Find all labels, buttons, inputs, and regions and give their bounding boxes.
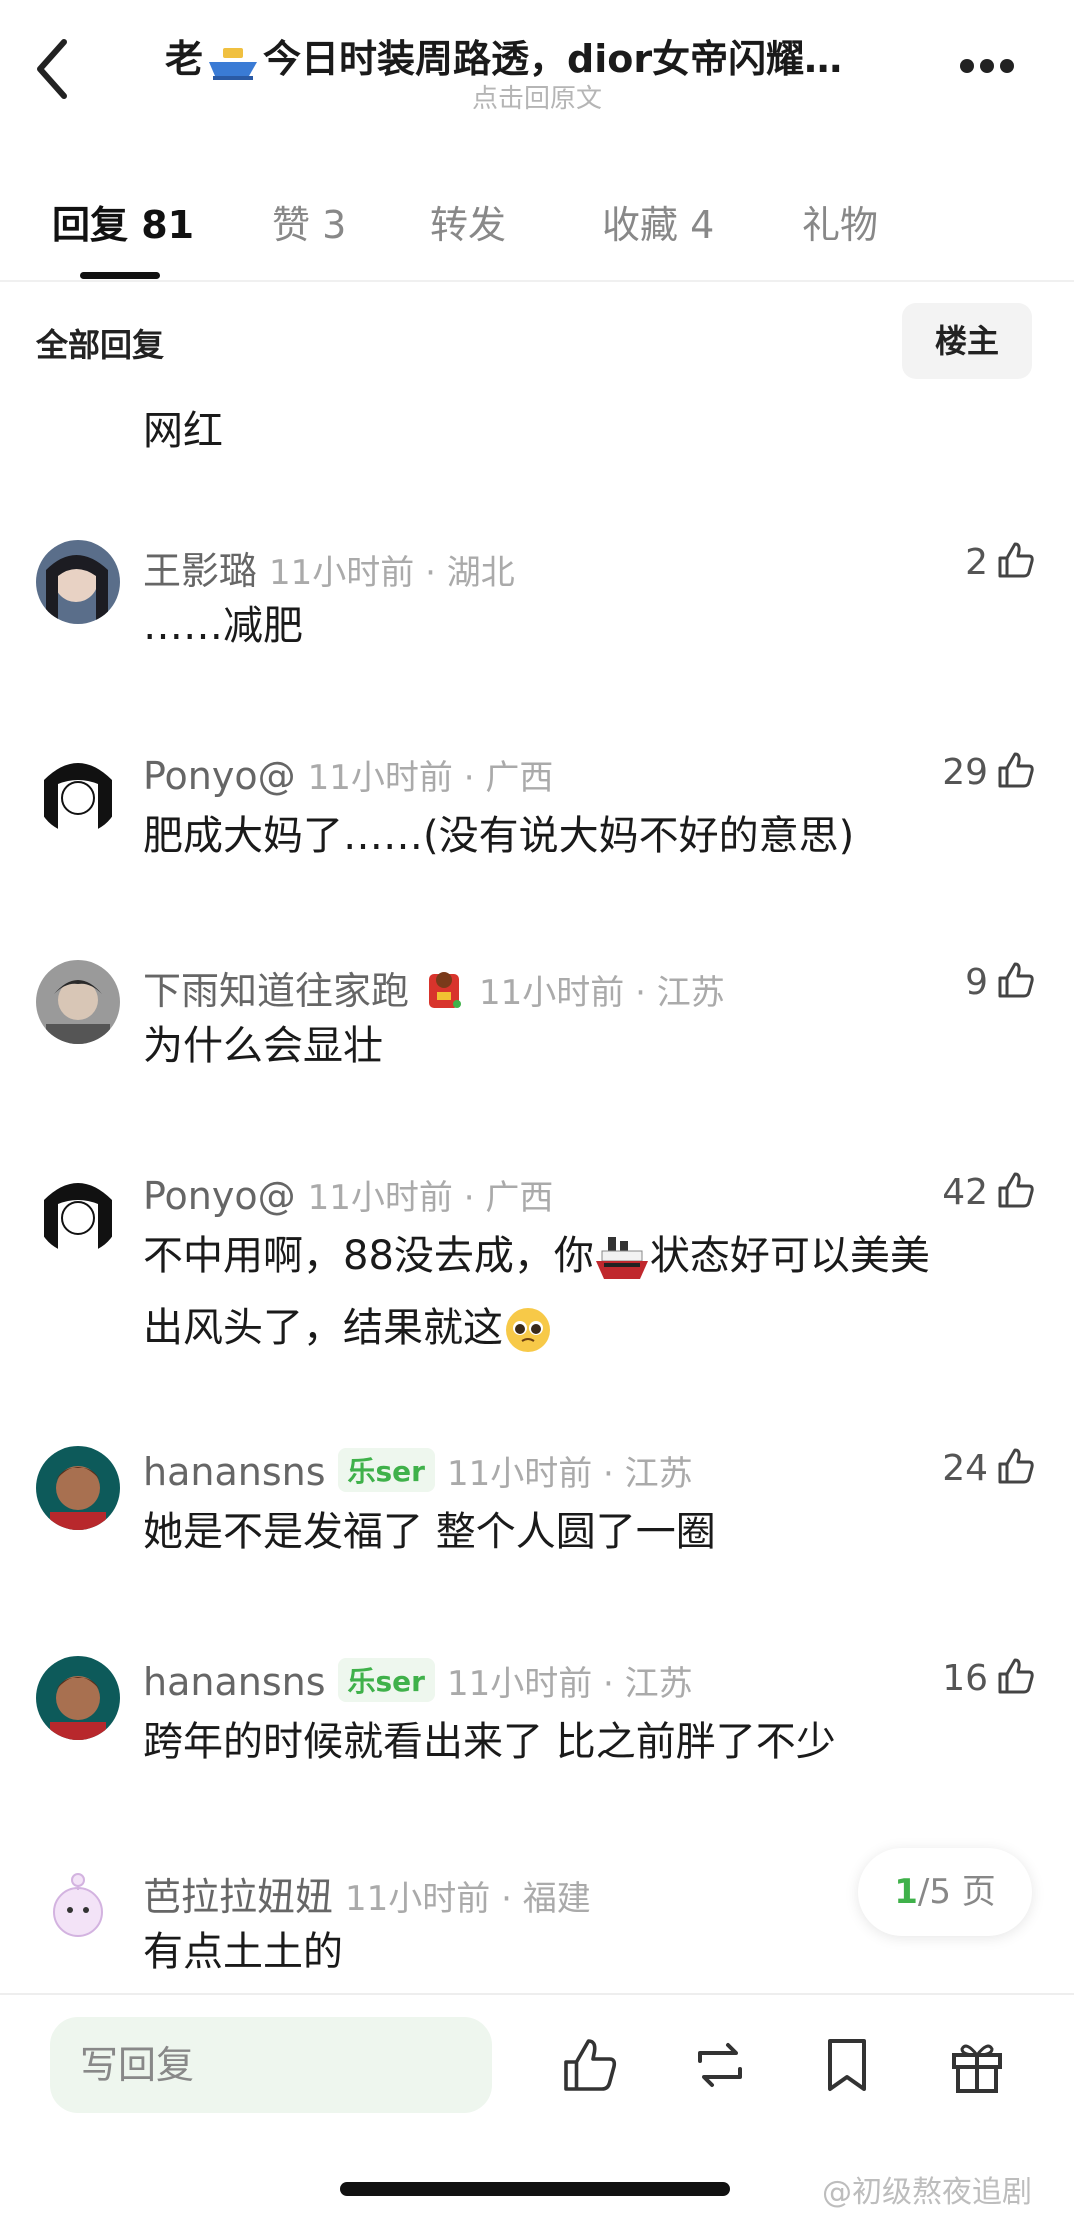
owner-only-button[interactable]: 楼主: [902, 303, 1032, 379]
bookmark-icon: [828, 2039, 866, 2091]
total-pages: /5 页: [917, 1872, 996, 1912]
comment-text: 不中用啊，88没去成，你 状态好可以美美 出风头了，结果就这: [143, 1220, 930, 1364]
fan-badge: 乐ser: [337, 1658, 435, 1702]
like-count: 29: [942, 752, 988, 793]
ship-emoji-icon: [595, 1237, 648, 1279]
more-options-button[interactable]: [960, 58, 1024, 78]
comment-text: 网红: [143, 408, 223, 454]
avatar[interactable]: [36, 540, 120, 624]
comment-time-location: 11小时前 · 江苏: [479, 973, 725, 1013]
thumbs-up-icon: [998, 962, 1034, 998]
bottom-action-bar: 写回复 @初级熬夜追剧: [0, 1993, 1074, 2219]
thumbs-up-icon: [998, 752, 1034, 788]
comment-text: 为什么会显壮: [143, 1023, 383, 1069]
username[interactable]: Ponyo@: [143, 754, 296, 798]
tab-replies[interactable]: 回复 81: [52, 194, 194, 249]
all-replies-heading: 全部回复: [36, 326, 165, 364]
like-count: 16: [942, 1658, 988, 1699]
post-title[interactable]: 老 今日时装周路透，dior女帝闪耀…: [165, 28, 925, 83]
like-button[interactable]: 29: [942, 750, 1036, 793]
thumbs-up-icon: [998, 1172, 1034, 1208]
comment-meta: hanansns 乐ser 11小时前 · 江苏: [143, 1446, 693, 1495]
gift-button[interactable]: [948, 2035, 1006, 2099]
tab-favorites[interactable]: 收藏 4: [602, 194, 714, 249]
like-button[interactable]: 24: [942, 1446, 1036, 1489]
reply-input[interactable]: 写回复: [50, 2017, 492, 2113]
thumbs-up-icon: [564, 2039, 617, 2091]
like-post-button[interactable]: [560, 2035, 620, 2099]
repost-icon: [698, 2043, 742, 2087]
comment-time-location: 11小时前 · 江苏: [446, 1664, 693, 1704]
like-button[interactable]: 2: [965, 540, 1036, 583]
username[interactable]: Ponyo@: [143, 1174, 296, 1218]
username[interactable]: 芭拉拉妞妞: [143, 1875, 333, 1919]
comment-text: 她是不是发福了 整个人圆了一圈: [143, 1509, 716, 1555]
thumbs-up-icon: [998, 1658, 1034, 1694]
tab-likes[interactable]: 赞 3: [272, 194, 346, 249]
title-text: 今日时装周路透，dior女帝闪耀…: [263, 37, 843, 81]
back-to-original-link[interactable]: 点击回原文: [0, 78, 1074, 115]
comment-text: 跨年的时候就看出来了 比之前胖了不少: [143, 1719, 836, 1765]
repost-button[interactable]: [688, 2035, 752, 2099]
comment-text: 有点土土的: [143, 1929, 343, 1975]
avatar[interactable]: [36, 750, 120, 834]
watermark: @初级熬夜追剧: [822, 2175, 1032, 2210]
comment-time-location: 11小时前 · 广西: [307, 1178, 554, 1218]
username[interactable]: 下雨知道往家跑: [143, 969, 409, 1013]
comment-text-part: 不中用啊，88没去成，你: [143, 1233, 594, 1279]
comment-time-location: 11小时前 · 湖北: [269, 553, 515, 593]
tab-bar: 回复 81 赞 3 转发 收藏 4 礼物: [0, 180, 1074, 282]
active-tab-indicator: [80, 272, 160, 279]
thumbs-up-icon: [998, 542, 1034, 578]
top-bar: 老 今日时装周路透，dior女帝闪耀… 点击回原文: [0, 0, 1074, 140]
like-button[interactable]: 16: [942, 1656, 1036, 1699]
bookmark-button[interactable]: [822, 2035, 872, 2099]
comment-meta: hanansns 乐ser 11小时前 · 江苏: [143, 1656, 693, 1705]
pleading-face-emoji-icon: [506, 1308, 550, 1352]
avatar[interactable]: [36, 1656, 120, 1740]
home-indicator: [340, 2182, 730, 2196]
username[interactable]: 王影璐: [143, 549, 257, 593]
comment-text: 肥成大妈了……(没有说大妈不好的意思): [143, 813, 855, 859]
comment-meta: Ponyo@ 11小时前 · 广西: [143, 750, 553, 799]
comment-time-location: 11小时前 · 江苏: [446, 1454, 693, 1494]
avatar[interactable]: [36, 1446, 120, 1530]
comment-time-location: 11小时前 · 广西: [307, 758, 554, 798]
username[interactable]: hanansns: [143, 1450, 326, 1494]
comment-meta: 王影璐 11小时前 · 湖北: [143, 540, 515, 595]
comment-meta: Ponyo@ 11小时前 · 广西: [143, 1170, 553, 1219]
comment-meta: 芭拉拉妞妞 11小时前 · 福建: [143, 1866, 591, 1921]
like-button[interactable]: 42: [942, 1170, 1036, 1213]
like-count: 2: [965, 542, 988, 583]
avatar[interactable]: [36, 960, 120, 1044]
avatar[interactable]: [36, 1170, 120, 1254]
thumbs-up-icon: [998, 1448, 1034, 1484]
comment-time-location: 11小时前 · 福建: [345, 1879, 591, 1919]
page-indicator[interactable]: 1/5 页: [858, 1848, 1032, 1936]
comment-text-part: 出风头了，结果就这: [143, 1305, 503, 1351]
fan-badge: 乐ser: [337, 1448, 435, 1492]
tab-reposts[interactable]: 转发: [430, 194, 506, 249]
red-envelope-badge-icon: [429, 972, 462, 1008]
avatar[interactable]: [36, 1866, 120, 1950]
like-button[interactable]: 9: [965, 960, 1036, 1003]
more-dot: [1000, 59, 1014, 73]
username[interactable]: hanansns: [143, 1660, 326, 1704]
gift-icon: [952, 2044, 1002, 2093]
comment-meta: 下雨知道往家跑 11小时前 · 江苏: [143, 960, 725, 1015]
title-prefix: 老: [165, 37, 204, 81]
boat-emoji-icon: [209, 47, 258, 80]
like-count: 42: [942, 1172, 988, 1213]
current-page: 1: [894, 1872, 918, 1912]
comment-text-part: 状态好可以美美: [649, 1233, 930, 1279]
like-count: 9: [965, 962, 988, 1003]
tab-gifts[interactable]: 礼物: [802, 194, 878, 249]
comment-text: ……减肥: [143, 603, 303, 649]
like-count: 24: [942, 1448, 988, 1489]
more-dots-icon: [960, 59, 974, 73]
more-dot: [980, 59, 994, 73]
